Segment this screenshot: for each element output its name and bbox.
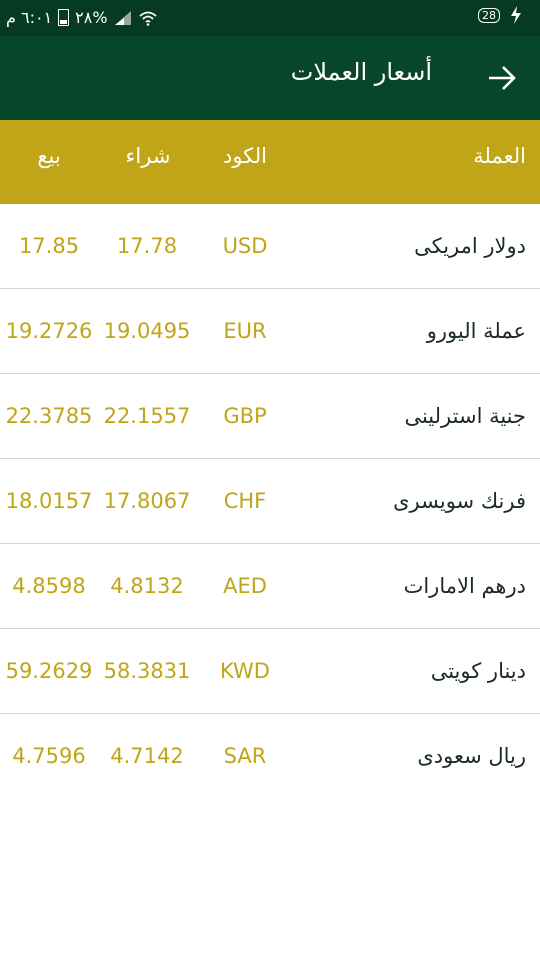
currency-name: دولار امريكى (414, 234, 526, 258)
table-row[interactable]: ريال سعودى SAR 4.7142 4.7596 (0, 714, 540, 798)
currency-code: SAR (223, 744, 267, 768)
buy-price: 17.78 (116, 234, 178, 258)
currency-code: KWD (220, 659, 270, 683)
currency-list: دولار امريكى USD 17.78 17.85 عملة اليورو… (0, 204, 540, 798)
currency-code: CHF (223, 489, 267, 513)
buy-price: 17.8067 (103, 489, 191, 513)
sell-price: 4.8598 (12, 574, 86, 598)
buy-price: 58.3831 (103, 659, 191, 683)
currency-code: GBP (223, 404, 267, 428)
currency-code: USD (222, 234, 268, 258)
currency-name: ريال سعودى (417, 744, 526, 768)
header-buy: شراء (125, 144, 171, 168)
status-time: ٦:٠١ م (6, 8, 53, 27)
sell-price: 59.2629 (5, 659, 93, 683)
status-right-group: 28 (478, 6, 522, 24)
currency-name: دينار كويتى (430, 659, 526, 683)
page-title: أسعار العملات (290, 58, 432, 86)
header-currency: العملة (473, 144, 526, 168)
currency-code: EUR (223, 319, 267, 343)
battery-percent: ٢٨% (75, 8, 108, 27)
wifi-icon (138, 11, 157, 26)
buy-price: 19.0495 (103, 319, 191, 343)
status-left-group: ٦:٠١ م ٢٨% (6, 8, 158, 27)
sell-price: 18.0157 (5, 489, 93, 513)
table-row[interactable]: درهم الامارات AED 4.8132 4.8598 (0, 544, 540, 629)
table-row[interactable]: فرنك سويسرى CHF 17.8067 18.0157 (0, 459, 540, 544)
currency-name: عملة اليورو (426, 319, 526, 343)
status-bar: ٦:٠١ م ٢٨% 28 (0, 0, 540, 36)
battery-icon (58, 9, 70, 26)
back-arrow-icon[interactable] (486, 64, 518, 92)
currency-name: فرنك سويسرى (393, 489, 526, 513)
sell-price: 22.3785 (5, 404, 93, 428)
table-header: العملة الكود شراء بيع (0, 120, 540, 204)
buy-price: 4.8132 (110, 574, 184, 598)
notification-badge: 28 (478, 7, 500, 23)
header-code: الكود (222, 144, 268, 168)
sell-price: 4.7596 (12, 744, 86, 768)
sell-price: 19.2726 (5, 319, 93, 343)
table-row[interactable]: دينار كويتى KWD 58.3831 59.2629 (0, 629, 540, 714)
currency-code: AED (223, 574, 267, 598)
currency-name: جنية استرلينى (404, 404, 526, 428)
table-row[interactable]: جنية استرلينى GBP 22.1557 22.3785 (0, 374, 540, 459)
charging-bolt-icon (511, 6, 521, 24)
app-bar: أسعار العملات (0, 36, 540, 120)
signal-icon (114, 10, 131, 25)
sell-price: 17.85 (18, 234, 80, 258)
buy-price: 22.1557 (103, 404, 191, 428)
header-sell: بيع (37, 144, 61, 168)
table-row[interactable]: عملة اليورو EUR 19.0495 19.2726 (0, 289, 540, 374)
table-row[interactable]: دولار امريكى USD 17.78 17.85 (0, 204, 540, 289)
currency-name: درهم الامارات (403, 574, 526, 598)
buy-price: 4.7142 (110, 744, 184, 768)
